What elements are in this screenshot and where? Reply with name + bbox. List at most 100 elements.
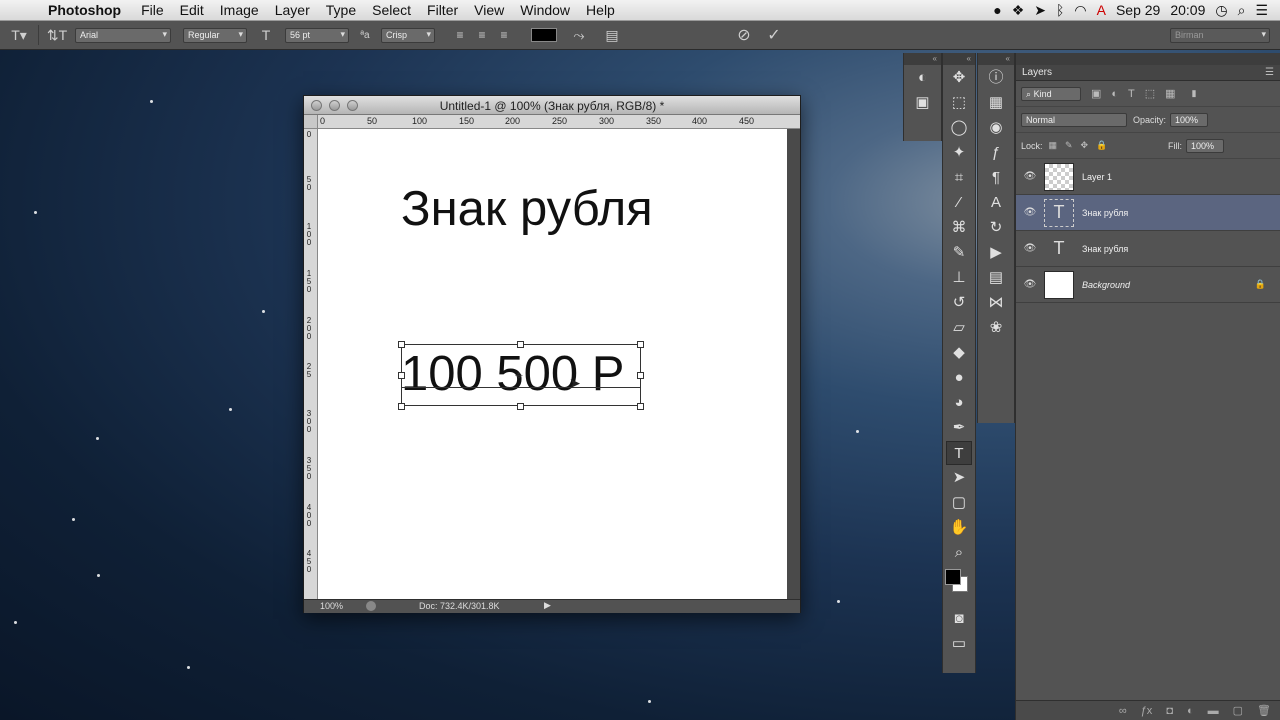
- type-tool-icon[interactable]: T: [946, 441, 972, 465]
- transform-handle[interactable]: [398, 372, 405, 379]
- dock-collapse-icon[interactable]: «: [904, 53, 941, 65]
- history-panel-icon[interactable]: ↻: [983, 216, 1009, 240]
- blur-tool-icon[interactable]: ●: [946, 366, 972, 390]
- layers-panel-icon[interactable]: ▤: [983, 266, 1009, 290]
- new-layer-icon[interactable]: ▢: [1233, 704, 1243, 717]
- align-center-icon[interactable]: ≡: [471, 28, 493, 42]
- antialias-select[interactable]: Crisp: [381, 27, 435, 43]
- lock-options-icons[interactable]: ▦✎✥🔒: [1049, 140, 1116, 151]
- menu-type[interactable]: Type: [318, 2, 364, 18]
- status-info-icon[interactable]: [366, 601, 376, 611]
- delete-layer-icon[interactable]: 🗑: [1257, 704, 1271, 717]
- paragraph-panel-icon[interactable]: ¶: [983, 166, 1009, 190]
- layer-name[interactable]: Layer 1: [1082, 172, 1112, 182]
- navigator-panel-icon[interactable]: ▦: [983, 91, 1009, 115]
- workspace-select[interactable]: Birman: [1170, 27, 1270, 43]
- text-tool-preset-icon[interactable]: T▾: [0, 27, 38, 44]
- clock-time[interactable]: 20:09: [1170, 2, 1205, 18]
- hand-tool-icon[interactable]: ✋: [946, 516, 972, 540]
- menu-layer[interactable]: Layer: [267, 2, 318, 18]
- foreground-color-swatch[interactable]: [945, 569, 961, 585]
- history-brush-tool-icon[interactable]: ↺: [946, 291, 972, 315]
- add-layer-style-icon[interactable]: ƒx: [1141, 705, 1153, 717]
- warp-text-icon[interactable]: ⤳: [557, 27, 601, 44]
- spotlight-search-icon[interactable]: ⌕: [1238, 2, 1246, 19]
- crop-tool-icon[interactable]: ⌗: [946, 166, 972, 190]
- menu-file[interactable]: File: [133, 2, 172, 18]
- font-style-select[interactable]: Regular: [183, 27, 247, 43]
- menu-select[interactable]: Select: [364, 2, 419, 18]
- panel-menu-icon[interactable]: ☰: [1265, 65, 1274, 81]
- transform-handle[interactable]: [398, 403, 405, 410]
- font-family-select[interactable]: Arial: [75, 27, 171, 43]
- align-right-icon[interactable]: ≡: [493, 28, 515, 42]
- swatches-panel-icon[interactable]: ◉: [983, 116, 1009, 140]
- wifi-icon[interactable]: ◠: [1074, 2, 1086, 19]
- transform-handle[interactable]: [517, 403, 524, 410]
- time-machine-icon[interactable]: ◷: [1215, 2, 1227, 19]
- menu-filter[interactable]: Filter: [419, 2, 466, 18]
- menu-app-name[interactable]: Photoshop: [40, 2, 133, 18]
- healing-brush-tool-icon[interactable]: ⌘: [946, 216, 972, 240]
- transform-handle[interactable]: [517, 341, 524, 348]
- visibility-eye-icon[interactable]: 👁: [1016, 207, 1044, 218]
- paint-bucket-tool-icon[interactable]: ◆: [946, 341, 972, 365]
- zoom-tool-icon[interactable]: ⌕: [946, 541, 972, 565]
- transform-handle[interactable]: [637, 403, 644, 410]
- layers-panel-title[interactable]: Layers: [1022, 67, 1052, 78]
- lasso-tool-icon[interactable]: ◯: [946, 116, 972, 140]
- path-selection-tool-icon[interactable]: ➤: [946, 466, 972, 490]
- paths-panel-icon[interactable]: ⋈: [983, 291, 1009, 315]
- input-source-icon[interactable]: A: [1097, 2, 1106, 18]
- status-menu-arrow-icon[interactable]: ▶: [544, 600, 551, 611]
- channels-panel-icon[interactable]: ❀: [983, 316, 1009, 340]
- tools-collapse-icon[interactable]: «: [943, 53, 975, 65]
- status-icon[interactable]: ●: [993, 2, 1001, 18]
- text-orientation-icon[interactable]: ⇅T: [39, 27, 75, 44]
- clone-stamp-tool-icon[interactable]: ⊥: [946, 266, 972, 290]
- font-size-select[interactable]: 56 pt: [285, 27, 349, 43]
- filter-toggle-icon[interactable]: ▮: [1192, 88, 1197, 99]
- filter-type-icons[interactable]: ▣◐T⬚▦: [1091, 87, 1186, 100]
- heading-text-layer[interactable]: Знак рубля: [401, 181, 653, 237]
- quick-mask-icon[interactable]: ◙: [946, 607, 972, 631]
- new-group-icon[interactable]: ▬: [1208, 705, 1219, 717]
- shape-tool-icon[interactable]: ▢: [946, 491, 972, 515]
- ruler-origin[interactable]: [304, 115, 318, 129]
- fill-input[interactable]: 100%: [1186, 138, 1224, 153]
- new-adjustment-layer-icon[interactable]: ◐: [1187, 705, 1194, 717]
- bluetooth-icon[interactable]: ᛒ: [1056, 2, 1064, 18]
- layer-name[interactable]: Background: [1082, 280, 1130, 290]
- align-left-icon[interactable]: ≡: [449, 28, 471, 42]
- magic-wand-tool-icon[interactable]: ✦: [946, 141, 972, 165]
- cancel-edits-icon[interactable]: ⊘: [729, 25, 759, 45]
- info-panel-icon[interactable]: ⓘ: [983, 66, 1009, 90]
- menu-edit[interactable]: Edit: [172, 2, 212, 18]
- character-panel-icon[interactable]: A: [983, 191, 1009, 215]
- panels-collapse-icon[interactable]: «: [978, 53, 1014, 65]
- clock-date[interactable]: Sep 29: [1116, 2, 1160, 18]
- vertical-ruler[interactable]: 0 5 0 1 0 0 1 5 0 2 0 0 2 5 3 0 0 3 5 0 …: [304, 129, 318, 599]
- eraser-tool-icon[interactable]: ▱: [946, 316, 972, 340]
- screen-mode-icon[interactable]: ▭: [946, 632, 972, 656]
- styles-panel-icon[interactable]: ƒ: [983, 141, 1009, 165]
- notification-center-icon[interactable]: ☰: [1255, 2, 1268, 19]
- pen-tool-icon[interactable]: ✒: [946, 416, 972, 440]
- visibility-eye-icon[interactable]: 👁: [1016, 171, 1044, 182]
- layer-name[interactable]: Знак рубля: [1082, 244, 1128, 254]
- visibility-eye-icon[interactable]: 👁: [1016, 243, 1044, 254]
- horizontal-ruler[interactable]: 0 50 100 150 200 250 300 350 400 450: [318, 115, 800, 129]
- actions-panel-icon[interactable]: ▶: [983, 241, 1009, 265]
- layer-row[interactable]: 👁 Background 🔒: [1016, 267, 1280, 303]
- canvas[interactable]: Знак рубля 100 500 Р ⌖ ➤: [318, 129, 787, 599]
- sync-icon[interactable]: ➤: [1034, 2, 1046, 19]
- layer-kind-filter[interactable]: ⌕ Kind: [1021, 86, 1081, 101]
- visibility-eye-icon[interactable]: 👁: [1016, 279, 1044, 290]
- menu-window[interactable]: Window: [512, 2, 578, 18]
- link-layers-icon[interactable]: ∞: [1119, 705, 1127, 717]
- transform-handle[interactable]: [637, 341, 644, 348]
- adjustments-icon[interactable]: ◐: [910, 66, 936, 90]
- layer-row[interactable]: 👁 T Знак рубля: [1016, 231, 1280, 267]
- marquee-tool-icon[interactable]: ⬚: [946, 91, 972, 115]
- menu-help[interactable]: Help: [578, 2, 623, 18]
